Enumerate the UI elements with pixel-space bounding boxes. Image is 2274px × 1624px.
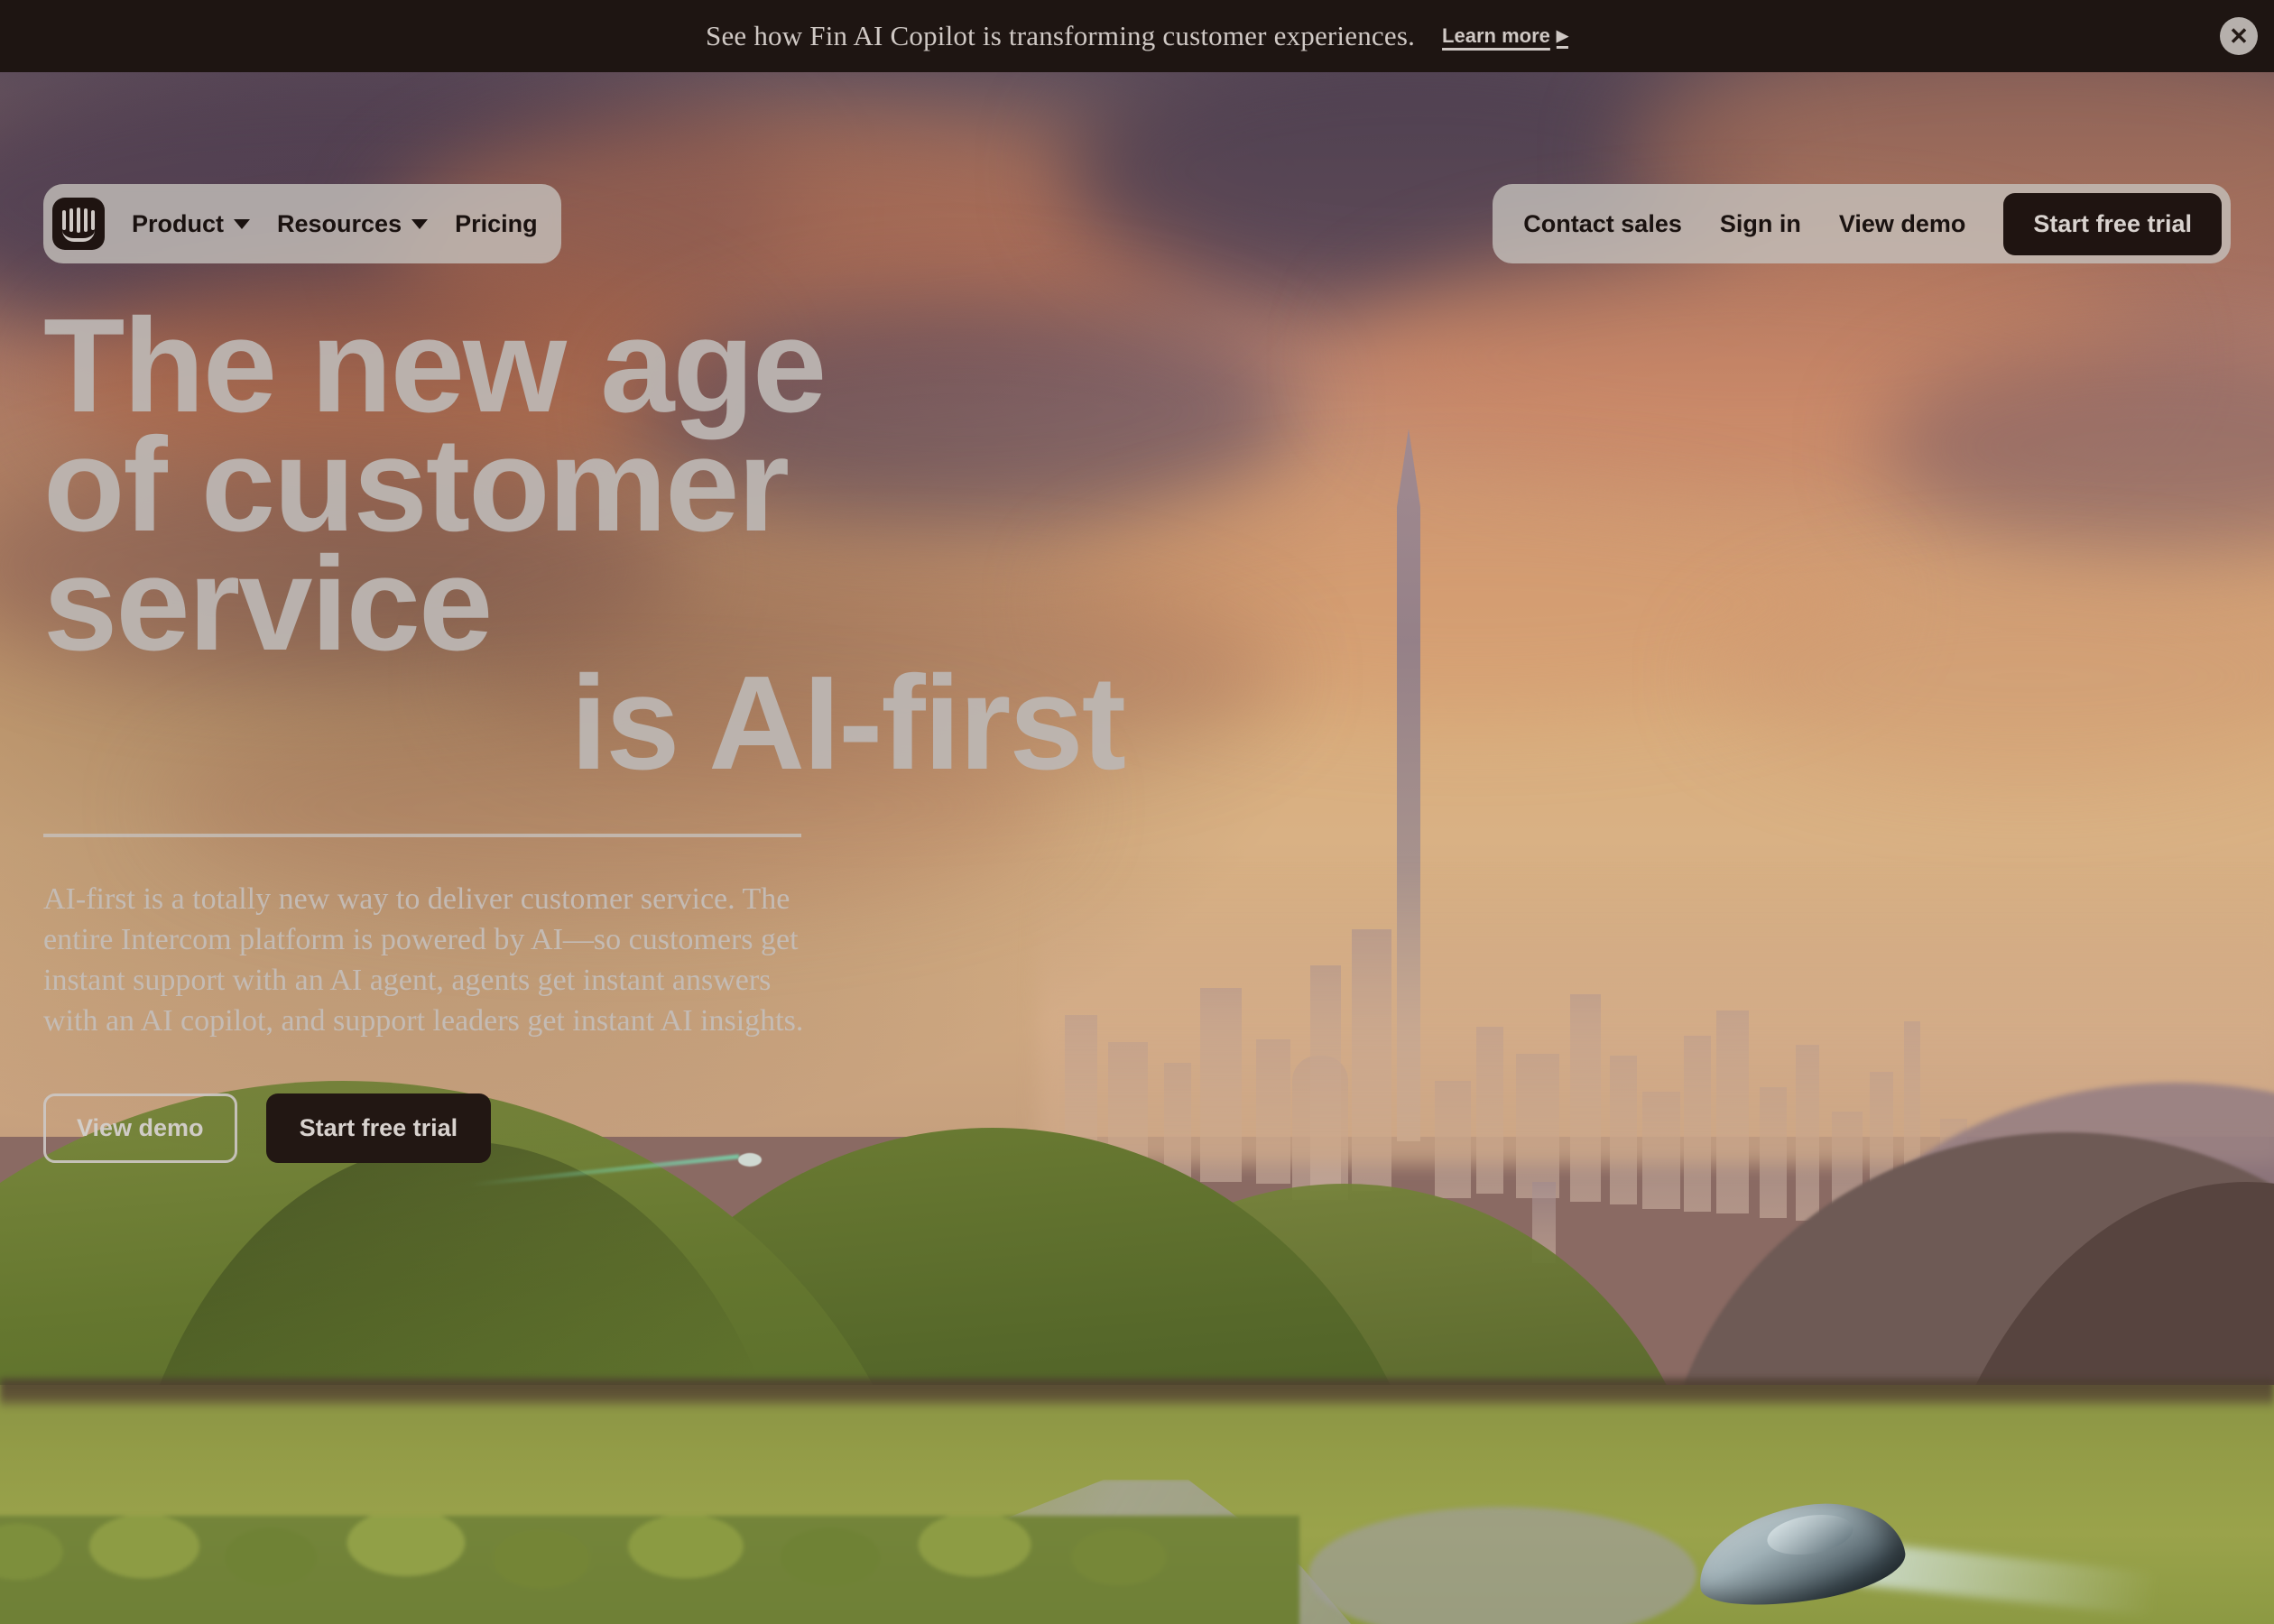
headline-line-1: The new age (43, 291, 827, 440)
nav-link-contact-sales[interactable]: Contact sales (1523, 210, 1682, 238)
nav-link-view-demo[interactable]: View demo (1839, 210, 1966, 238)
logo-bars (62, 208, 95, 233)
announcement-message: See how Fin AI Copilot is transforming c… (706, 20, 1416, 51)
nav-item-resources-label: Resources (277, 209, 402, 237)
learn-more-label: Learn more (1442, 24, 1550, 47)
page-title: The new age of customer service is AI-fi… (43, 291, 1126, 798)
nav-item-resources[interactable]: Resources (277, 209, 429, 238)
primary-navigation: Product Resources Pricing (43, 184, 561, 263)
announcement-banner: See how Fin AI Copilot is transforming c… (0, 0, 2274, 72)
nav-start-free-trial-button[interactable]: Start free trial (2003, 192, 2222, 255)
hero-section: Product Resources Pricing Contact sales … (0, 72, 2274, 1624)
hero-start-free-trial-button[interactable]: Start free trial (265, 1093, 492, 1163)
foreground-forest (0, 1516, 1299, 1624)
chevron-down-icon (234, 218, 251, 229)
nav-item-pricing-label: Pricing (455, 209, 538, 237)
headline-line-3: is AI-first (570, 649, 1126, 798)
divider (43, 834, 801, 837)
hero-description: AI-first is a totally new way to deliver… (43, 882, 804, 1038)
nav-item-product-label: Product (132, 209, 225, 237)
nav-item-product[interactable]: Product (132, 209, 251, 238)
nav-item-pricing[interactable]: Pricing (455, 210, 538, 238)
nav-link-sign-in[interactable]: Sign in (1720, 210, 1801, 238)
treeline (0, 1379, 2274, 1409)
logo-smile (62, 230, 95, 242)
secondary-navigation: Contact sales Sign in View demo Start fr… (1493, 184, 2231, 263)
hero-content: The new age of customer service is AI-fi… (43, 291, 1180, 1163)
headline-line-2: of customer service (43, 411, 790, 678)
hero-view-demo-button[interactable]: View demo (43, 1093, 237, 1163)
learn-more-link[interactable]: Learn more ▶ (1442, 24, 1568, 48)
chevron-down-icon (411, 218, 429, 229)
close-icon: ✕ (2229, 23, 2249, 50)
intercom-logo-icon[interactable] (52, 198, 105, 250)
hero-cta-row: View demo Start free trial (43, 1093, 1180, 1163)
close-banner-button[interactable]: ✕ (2220, 17, 2258, 55)
chevron-right-icon: ▶ (1556, 27, 1568, 44)
